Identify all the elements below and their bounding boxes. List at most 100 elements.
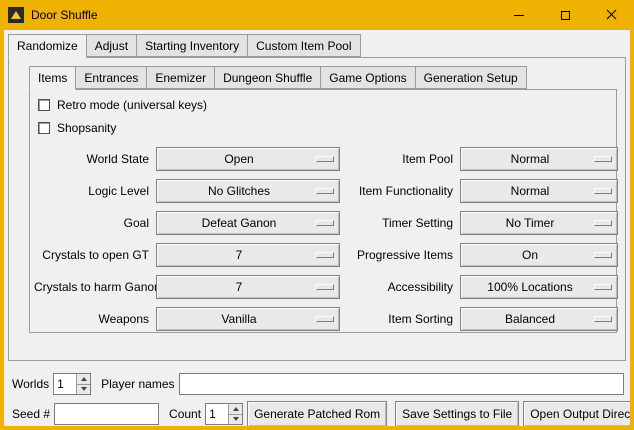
items-panel: Retro mode (universal keys) Shopsanity W… [29,89,617,333]
worlds-spin-down-button[interactable] [77,384,90,395]
dropdown-goal[interactable]: Defeat Ganon [156,211,340,235]
titlebar[interactable]: Door Shuffle [0,0,634,30]
shopsanity-label: Shopsanity [57,121,116,135]
spin-up-icon [233,407,239,411]
spin-down-icon [233,417,239,421]
item-functionality-label: Item Functionality [344,184,456,198]
timer-setting-value: No Timer [506,216,573,230]
spin-up-icon [81,377,87,381]
tab-custom-item-pool[interactable]: Custom Item Pool [248,34,360,57]
worlds-spin-up-button[interactable] [77,374,90,384]
dropdown-logic-level[interactable]: No Glitches [156,179,340,203]
dropdown-accessibility[interactable]: 100% Locations [460,275,618,299]
dropdown-item-functionality[interactable]: Normal [460,179,618,203]
close-button[interactable] [588,0,634,30]
worlds-input[interactable] [54,374,76,394]
tab-enemizer[interactable]: Enemizer [147,66,215,89]
window-title: Door Shuffle [31,8,496,22]
dropdown-item-sorting[interactable]: Balanced [460,307,618,331]
seed-label: Seed # [12,407,50,421]
retro-mode-checkbox-row: Retro mode (universal keys) [38,96,612,114]
dropdown-weapons[interactable]: Vanilla [156,307,340,331]
item-pool-label: Item Pool [344,152,456,166]
crystals-open-gt-label: Crystals to open GT [34,248,152,262]
logic-level-label: Logic Level [34,184,152,198]
dropdown-indicator-icon [594,284,612,290]
weapons-label: Weapons [34,312,152,326]
progressive-items-value: On [522,248,556,262]
dropdown-indicator-icon [594,156,612,162]
logic-level-value: No Glitches [208,184,288,198]
dropdown-indicator-icon [316,220,334,226]
dropdown-indicator-icon [316,316,334,322]
seed-row: Seed # Count Generate Patched Rom Save S… [12,401,624,427]
tab-adjust[interactable]: Adjust [87,34,137,57]
count-spin-up-button[interactable] [229,404,242,414]
item-pool-value: Normal [511,152,568,166]
shopsanity-checkbox-row: Shopsanity [38,119,612,137]
goal-label: Goal [34,216,152,230]
retro-mode-checkbox[interactable] [38,99,50,111]
dropdown-indicator-icon [594,220,612,226]
count-spin-down-button[interactable] [229,414,242,425]
open-output-directory-button[interactable]: Open Output Directory [523,401,634,427]
close-icon [606,10,616,20]
player-names-label: Player names [101,377,174,391]
tab-game-options[interactable]: Game Options [321,66,415,89]
tab-items[interactable]: Items [29,66,76,90]
tab-dungeon-shuffle[interactable]: Dungeon Shuffle [215,66,321,89]
goal-value: Defeat Ganon [202,216,295,230]
crystals-harm-ganon-label: Crystals to harm Ganon [34,280,152,294]
timer-setting-label: Timer Setting [344,216,456,230]
crystals-harm-ganon-value: 7 [236,280,261,294]
generate-patched-rom-button[interactable]: Generate Patched Rom [247,401,387,427]
shopsanity-checkbox[interactable] [38,122,50,134]
dropdown-indicator-icon [316,188,334,194]
dropdown-indicator-icon [594,188,612,194]
maximize-icon [561,11,570,20]
dropdown-indicator-icon [316,252,334,258]
dropdown-indicator-icon [316,156,334,162]
dropdown-indicator-icon [594,316,612,322]
seed-input[interactable] [54,403,159,425]
item-sorting-label: Item Sorting [344,312,456,326]
door-shuffle-window: Door Shuffle Randomize Adjust Starting I… [0,0,634,430]
inner-tab-bar: Items Entrances Enemizer Dungeon Shuffle… [29,66,625,89]
player-names-input[interactable] [179,373,625,395]
count-stepper [205,403,243,425]
worlds-row: Worlds Player names [12,373,624,395]
count-input[interactable] [206,404,228,424]
maximize-button[interactable] [542,0,588,30]
dropdown-world-state[interactable]: Open [156,147,340,171]
dropdown-item-pool[interactable]: Normal [460,147,618,171]
dropdown-indicator-icon [594,252,612,258]
dropdown-timer-setting[interactable]: No Timer [460,211,618,235]
worlds-label: Worlds [12,377,49,391]
dropdown-progressive-items[interactable]: On [460,243,618,267]
count-label: Count [169,407,201,421]
accessibility-label: Accessibility [344,280,456,294]
accessibility-value: 100% Locations [487,280,590,294]
retro-mode-label: Retro mode (universal keys) [57,98,207,112]
tab-generation-setup[interactable]: Generation Setup [416,66,527,89]
tab-entrances[interactable]: Entrances [76,66,147,89]
settings-grid: World State Open Item Pool Normal Logic … [34,147,612,331]
weapons-value: Vanilla [221,312,274,326]
dropdown-indicator-icon [316,284,334,290]
tab-randomize[interactable]: Randomize [8,34,87,58]
spin-down-icon [81,387,87,391]
crystals-open-gt-value: 7 [236,248,261,262]
item-sorting-value: Balanced [505,312,573,326]
save-settings-button[interactable]: Save Settings to File [395,401,519,427]
outer-tab-bar: Randomize Adjust Starting Inventory Cust… [8,34,630,57]
dropdown-crystals-open-gt[interactable]: 7 [156,243,340,267]
progressive-items-label: Progressive Items [344,248,456,262]
minimize-button[interactable] [496,0,542,30]
dropdown-crystals-harm-ganon[interactable]: 7 [156,275,340,299]
minimize-icon [514,15,524,16]
app-icon [8,7,24,23]
worlds-stepper [53,373,91,395]
randomize-panel: Items Entrances Enemizer Dungeon Shuffle… [8,57,626,361]
item-functionality-value: Normal [511,184,568,198]
tab-starting-inventory[interactable]: Starting Inventory [137,34,248,57]
